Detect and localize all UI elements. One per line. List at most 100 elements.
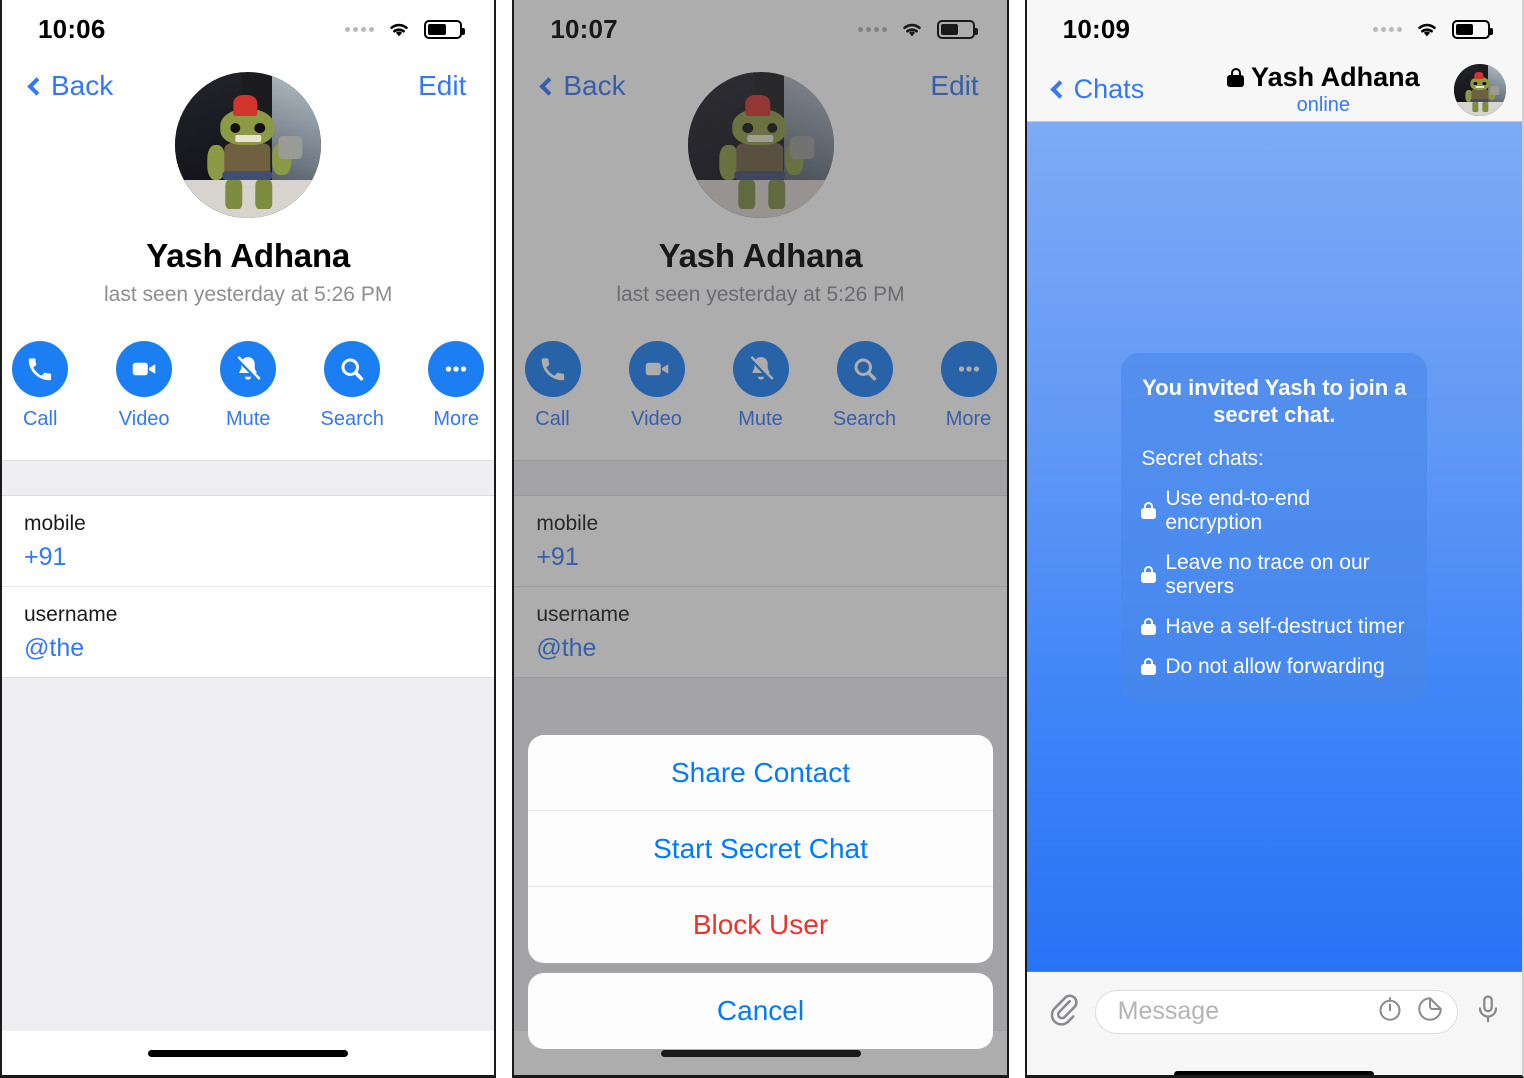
avatar-container [2, 72, 494, 218]
info-key: username [24, 603, 118, 626]
action-mute-label: Mute [225, 408, 271, 430]
action-sheet-options: Share Contact Start Secret Chat Block Us… [528, 735, 993, 963]
chats-back-button[interactable]: Chats [1049, 74, 1193, 105]
phone-panel-profile: 10:06 Back Edit Yash Adhana last seen ye… [0, 0, 497, 1078]
info-row-username[interactable]: username @the [514, 587, 1007, 678]
section-separator [514, 460, 1007, 496]
home-indicator[interactable] [1174, 1070, 1375, 1075]
panel-gap [1008, 0, 1025, 1078]
chat-title-text: Yash Adhana [1251, 62, 1420, 92]
message-placeholder: Message [1117, 997, 1220, 1025]
battery-icon [424, 19, 466, 39]
ellipsis-icon [940, 341, 997, 397]
action-call-label: Call [22, 408, 58, 430]
action-video-label: Video [631, 408, 682, 430]
action-mute-label: Mute [738, 408, 783, 430]
sticker-icon[interactable] [1415, 994, 1445, 1029]
info-value: @the [536, 634, 597, 662]
contact-info-list: mobile +91 username @the [514, 496, 1007, 678]
page-title: Yash Adhana [146, 237, 351, 274]
contact-avatar[interactable] [175, 72, 322, 218]
status-bar: 10:07 [514, 0, 1006, 58]
action-call[interactable]: Call [519, 341, 587, 431]
chevron-left-icon [1049, 80, 1069, 99]
magnifier-icon [836, 341, 893, 397]
info-value: @the [24, 634, 85, 662]
ellipsis-icon [428, 341, 485, 397]
share-contact-button[interactable]: Share Contact [528, 735, 993, 811]
wifi-icon [1413, 19, 1441, 39]
info-key: mobile [536, 512, 599, 535]
status-time: 10:06 [38, 13, 106, 44]
secret-chat-lead: Secret chats: [1141, 446, 1264, 470]
start-secret-chat-button[interactable]: Start Secret Chat [528, 811, 993, 887]
status-indicators [345, 19, 466, 39]
action-video-label: Video [118, 408, 170, 430]
chat-subtitle: online [1296, 94, 1351, 116]
action-video[interactable]: Video [623, 341, 691, 431]
status-time: 10:09 [1062, 13, 1131, 44]
info-row-mobile[interactable]: mobile +91 [2, 496, 495, 587]
status-time: 10:07 [550, 13, 618, 44]
chat-title-row: Yash Adhana [1193, 62, 1454, 93]
action-call[interactable]: Call [6, 341, 74, 431]
action-more-label: More [433, 408, 479, 430]
profile-action-row: Call Video Mute Search More [514, 341, 1006, 431]
action-mute[interactable]: Mute [727, 341, 795, 431]
action-video[interactable]: Video [110, 341, 178, 431]
paperclip-icon[interactable] [1045, 991, 1081, 1032]
phone-icon [524, 341, 581, 397]
secret-chat-service-message: You invited Yash to join a secret chat. … [1121, 352, 1428, 703]
home-indicator[interactable] [660, 1049, 861, 1057]
phone-icon [12, 341, 69, 397]
secret-chat-bullet-text: Do not allow forwarding [1165, 654, 1385, 678]
info-row-mobile[interactable]: mobile +91 [514, 496, 1007, 587]
action-search[interactable]: Search [318, 341, 386, 431]
magnifier-icon [324, 341, 381, 397]
three-panel-screenshot: 10:06 Back Edit Yash Adhana last seen ye… [0, 0, 1524, 1078]
battery-icon [1452, 19, 1493, 39]
lock-icon [1141, 502, 1157, 519]
signal-dots-icon [345, 26, 375, 32]
bell-slash-icon [220, 341, 277, 397]
status-bar: 10:06 [2, 0, 494, 58]
message-input-bar: Message [1026, 971, 1522, 1051]
home-indicator[interactable] [148, 1049, 349, 1057]
action-search-label: Search [832, 408, 897, 430]
microphone-icon[interactable] [1472, 993, 1504, 1030]
action-sheet: Share Contact Start Secret Chat Block Us… [514, 735, 1006, 1049]
profile-action-row: Call Video Mute Search More [2, 341, 494, 431]
message-input-field[interactable]: Message [1094, 989, 1458, 1034]
status-indicators [1373, 19, 1493, 39]
action-more[interactable]: More [935, 341, 1003, 431]
bell-slash-icon [732, 341, 789, 397]
wifi-icon [898, 19, 926, 39]
cancel-button[interactable]: Cancel [528, 973, 993, 1049]
status-bar: 10:09 [1026, 0, 1522, 58]
chat-title-block[interactable]: Yash Adhana online [1193, 62, 1454, 117]
info-row-username[interactable]: username @the [2, 587, 495, 678]
contact-avatar[interactable] [687, 72, 834, 218]
action-search[interactable]: Search [831, 341, 899, 431]
secret-chat-bullet: Leave no trace on our servers [1141, 551, 1407, 599]
phone-panel-action-sheet: 10:07 Back Edit Yash Adhana last seen ye… [512, 0, 1009, 1078]
section-separator [2, 460, 495, 496]
wifi-icon [385, 19, 413, 39]
contact-last-seen: last seen yesterday at 5:26 PM [616, 283, 905, 306]
lock-icon [1141, 658, 1157, 675]
block-user-button[interactable]: Block User [528, 887, 992, 963]
contact-avatar[interactable] [1454, 63, 1506, 116]
home-indicator-area [2, 1031, 494, 1075]
info-key: username [536, 603, 630, 626]
lock-icon [1227, 68, 1245, 87]
signal-dots-icon [1373, 26, 1402, 32]
action-more[interactable]: More [422, 341, 490, 431]
action-mute[interactable]: Mute [214, 341, 282, 431]
secret-chat-bullet-text: Have a self-destruct timer [1165, 614, 1405, 638]
status-indicators [857, 19, 978, 39]
info-key: mobile [24, 512, 86, 535]
page-title: Yash Adhana [658, 237, 863, 274]
info-value: +91 [24, 543, 67, 571]
lock-icon [1141, 566, 1157, 583]
self-destruct-timer-icon[interactable] [1375, 994, 1405, 1029]
